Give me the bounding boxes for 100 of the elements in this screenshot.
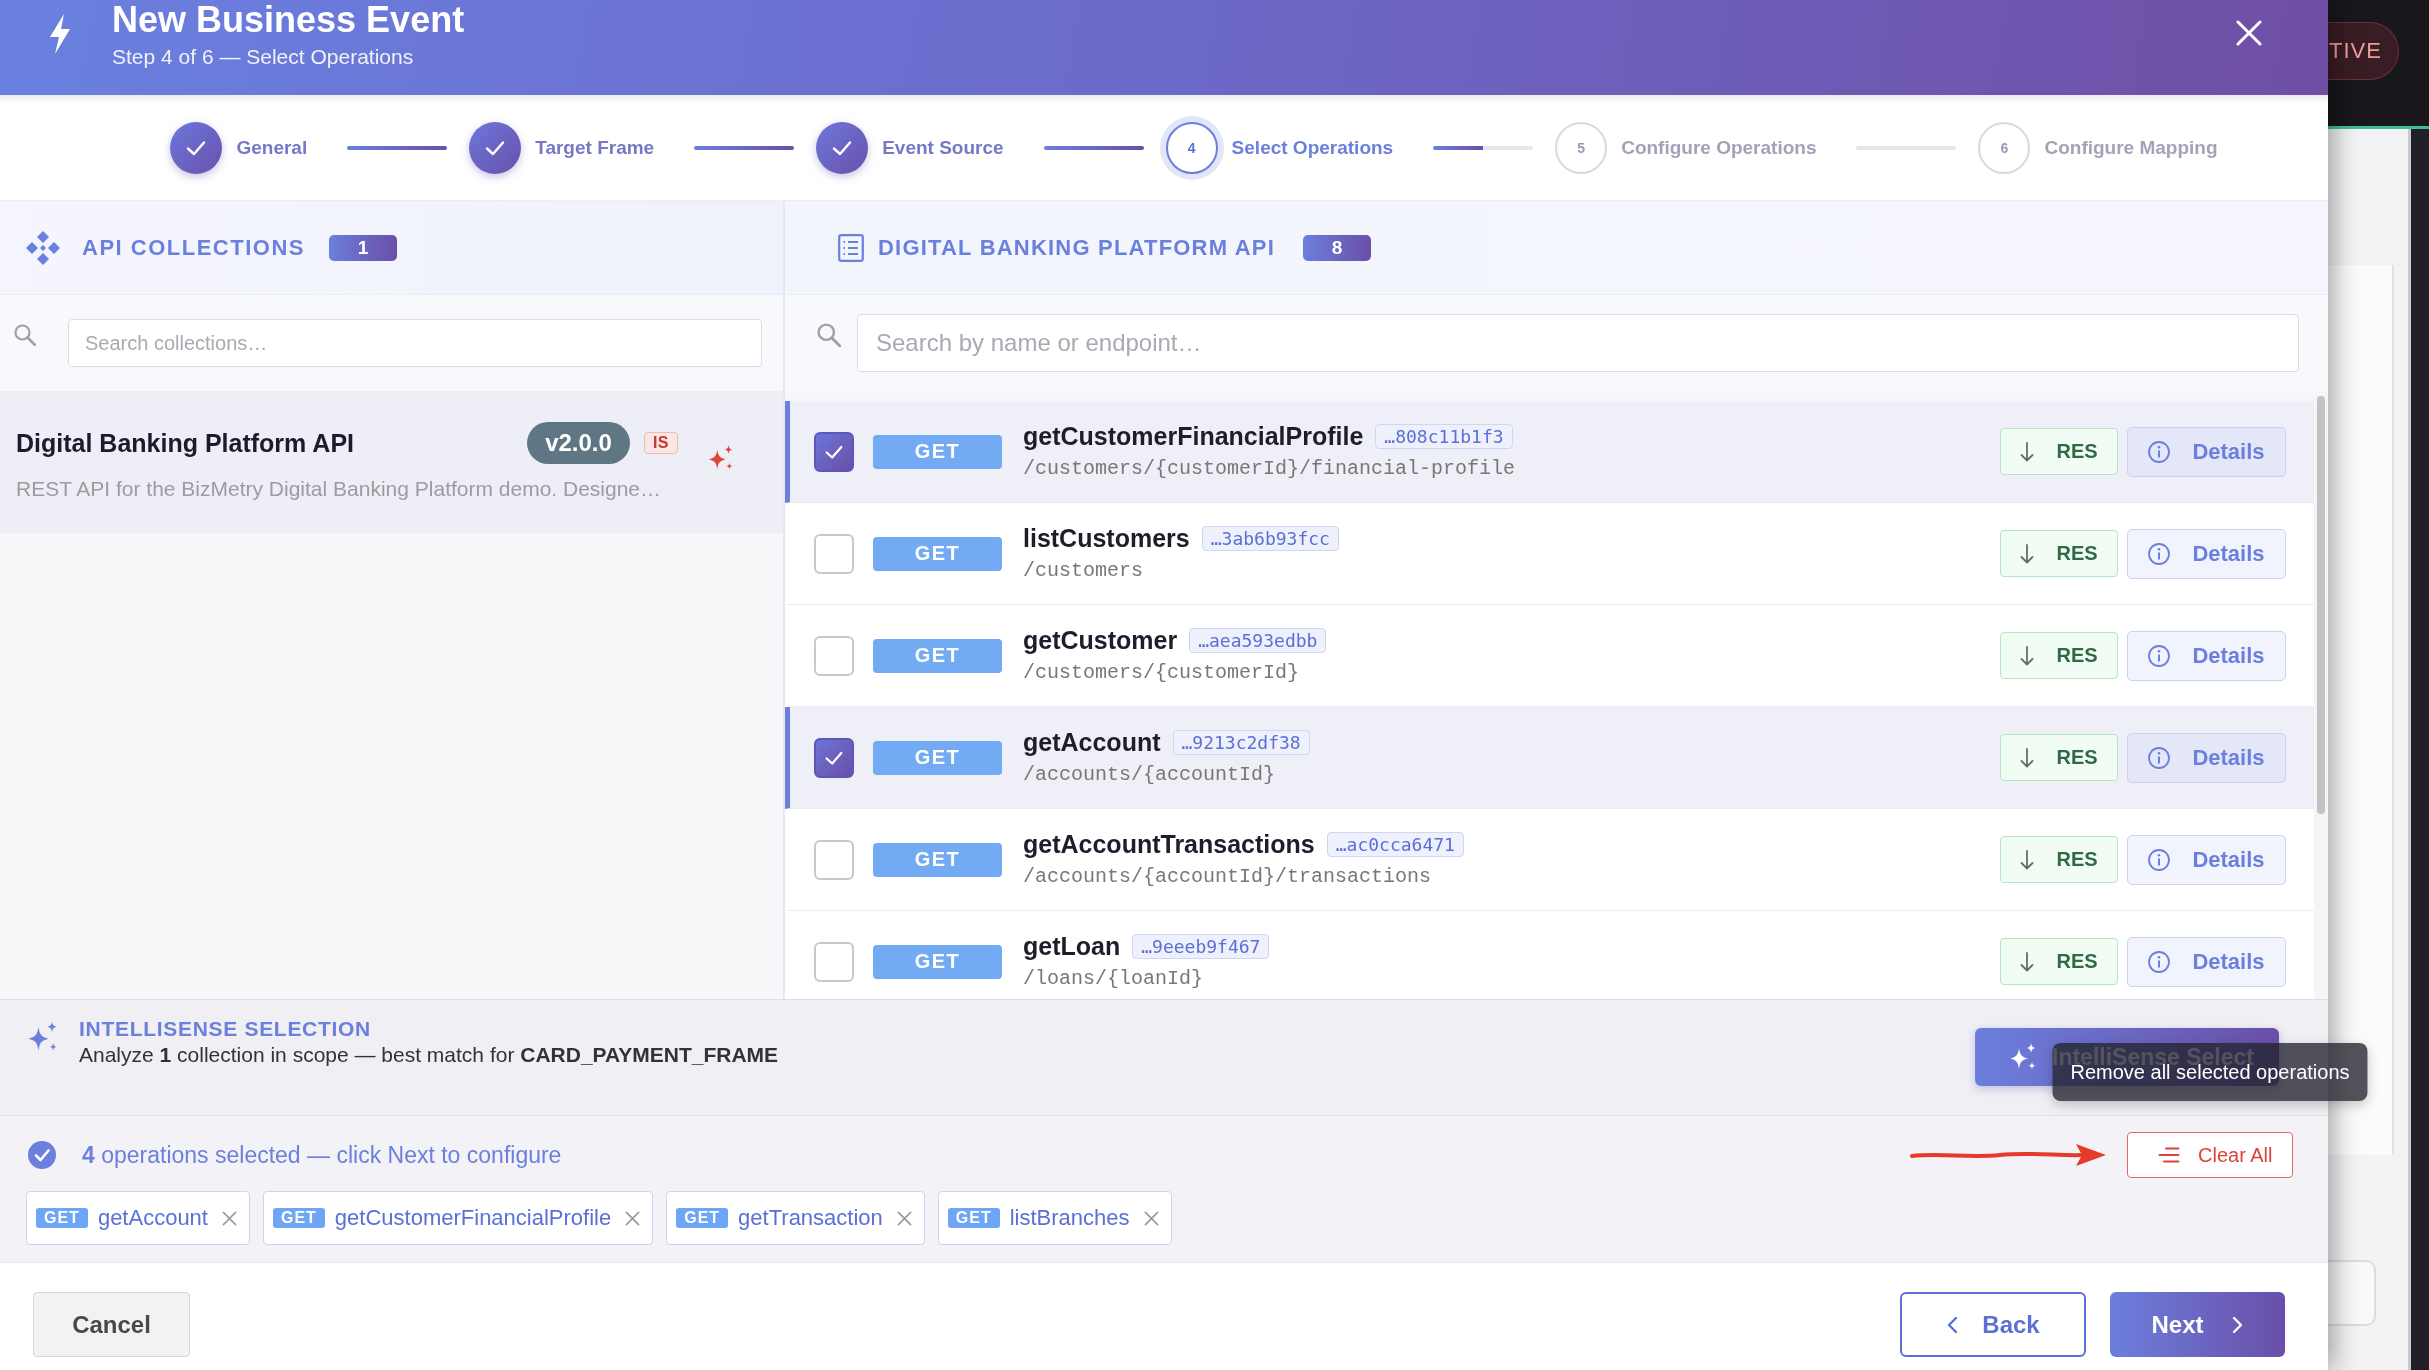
step-label[interactable]: General (236, 136, 308, 159)
chip-label: getAccount (97, 1205, 208, 1231)
details-button[interactable]: Details (2127, 936, 2286, 987)
close-icon[interactable] (1143, 1210, 1159, 1226)
arrow-down-icon (2020, 951, 2035, 972)
operation-id-tag: …3ab6b93fcc (1201, 525, 1339, 551)
operation-name: listCustomers (1023, 523, 1190, 553)
endpoint-path: /customers/{customerId} (1023, 660, 1301, 686)
details-button[interactable]: Details (2127, 732, 2286, 783)
info-icon (2148, 440, 2171, 463)
checkbox[interactable] (814, 431, 854, 472)
step-label[interactable]: Target Frame (535, 136, 655, 159)
step-label[interactable]: Configure Operations (1621, 136, 1817, 159)
arrow-down-icon (2020, 441, 2035, 462)
operation-name: getCustomerFinancialProfile (1023, 421, 1364, 451)
info-icon (2148, 542, 2171, 565)
chip-label: getTransaction (738, 1205, 883, 1231)
modal-subtitle: Step 4 of 6 — Select Operations (112, 44, 415, 70)
section-title: INTELLISENSE SELECTION (79, 1016, 372, 1042)
section-description: Analyze 1 collection in scope — best match for CARD_PAYMENT_FRAME (79, 1042, 779, 1068)
chip-label: listBranches (1009, 1205, 1130, 1231)
search-field[interactable]: Search collections… (68, 319, 762, 367)
arrow-down-icon (2020, 849, 2035, 870)
search-icon (14, 324, 36, 346)
modal-title: New Business Event (112, 0, 465, 40)
panel-title: API COLLECTIONS (82, 234, 305, 261)
info-icon (2148, 644, 2171, 667)
lightning-icon (48, 14, 72, 54)
method-badge: GET (36, 1208, 88, 1228)
endpoint-path: /accounts/{accountId} (1023, 762, 1277, 788)
collection-name: Digital Banking Platform API (16, 428, 354, 458)
operation-name: getLoan (1023, 931, 1121, 961)
close-icon[interactable] (896, 1210, 912, 1226)
step-label[interactable]: Select Operations (1231, 136, 1394, 159)
endpoint-path: /loans/{loanId} (1023, 966, 1205, 992)
operation-id-tag: …ac0cca6471 (1326, 831, 1464, 857)
arrow-down-icon (2020, 645, 2035, 666)
method-badge: GET (873, 740, 1002, 775)
operation-id-tag: …aea593edbb (1189, 627, 1327, 653)
endpoint-path: /customers (1023, 558, 1145, 584)
response-button[interactable]: RES (2000, 734, 2118, 781)
info-icon (2148, 746, 2171, 769)
response-button[interactable]: RES (2000, 428, 2118, 475)
details-button[interactable]: Details (2127, 834, 2286, 885)
method-badge: GET (947, 1208, 1000, 1228)
step-number: 5 (1555, 121, 1608, 174)
next-button[interactable]: Next (2110, 1292, 2285, 1357)
arrow-down-icon (2020, 543, 2035, 564)
panel-title: DIGITAL BANKING PLATFORM API (878, 234, 1275, 261)
chip-label: getCustomerFinancialProfile (334, 1205, 612, 1231)
details-button[interactable]: Details (2127, 426, 2286, 477)
selection-summary: 4 operations selected — click Next to configure (82, 1141, 562, 1169)
status-badge: TIVE (2328, 22, 2399, 80)
response-button[interactable]: RES (2000, 836, 2118, 883)
response-button[interactable]: RES (2000, 530, 2118, 577)
close-icon[interactable] (221, 1210, 237, 1226)
method-badge: GET (873, 638, 1002, 673)
count-badge: 8 (1303, 234, 1371, 261)
chevron-left-icon (1946, 1315, 1959, 1334)
count-badge: 1 (328, 234, 397, 261)
search-icon (817, 323, 841, 347)
tag-badge: IS (643, 432, 678, 454)
method-badge: GET (873, 434, 1002, 469)
search-field[interactable]: Search by name or endpoint… (857, 314, 2299, 372)
operation-id-tag: …9213c2df38 (1172, 729, 1310, 755)
response-button[interactable]: RES (2000, 938, 2118, 985)
step-label[interactable]: Event Source (882, 136, 1004, 159)
checkbox[interactable] (814, 737, 854, 778)
details-button[interactable]: Details (2127, 630, 2286, 681)
scrollbar-thumb[interactable] (2317, 396, 2325, 814)
cancel-button[interactable]: Cancel (33, 1292, 190, 1357)
step-label[interactable]: Configure Mapping (2044, 136, 2218, 159)
method-badge: GET (272, 1208, 325, 1228)
collection-description: REST API for the BizMetry Digital Banking Platform demo. Designe… (16, 477, 663, 501)
info-icon (2148, 950, 2171, 973)
close-icon[interactable] (625, 1210, 641, 1226)
method-badge: GET (873, 842, 1002, 877)
info-icon (2148, 848, 2171, 871)
operation-id-tag: …9eeeb9f467 (1132, 933, 1270, 959)
arrow-down-icon (2020, 747, 2035, 768)
arrow-icon (1910, 1141, 2107, 1169)
back-button[interactable]: Back (1900, 1292, 2086, 1357)
collection-item[interactable]: Digital Banking Platform API v2.0.0 IS REST API for the BizMetry Digital Banking Platform demo. Designe… (0, 391, 783, 533)
version-badge: v2.0.0 (527, 422, 630, 464)
endpoint-path: /customers/{customerId}/financial-profile (1023, 456, 1516, 482)
method-badge: GET (676, 1208, 729, 1228)
method-badge: GET (873, 944, 1002, 979)
response-button[interactable]: RES (2000, 632, 2118, 679)
chevron-right-icon (2231, 1315, 2244, 1334)
check-circle-icon (28, 1141, 56, 1169)
operation-name: getAccount (1023, 727, 1161, 757)
lines-icon (2158, 1147, 2180, 1163)
step-number: 6 (1978, 121, 2031, 174)
operation-name: getCustomer (1023, 625, 1178, 655)
details-button[interactable]: Details (2127, 528, 2286, 579)
clear-all-button[interactable]: Clear All (2127, 1132, 2293, 1178)
endpoint-path: /accounts/{accountId}/transactions (1023, 864, 1433, 890)
diamond-grid-icon (26, 230, 60, 265)
sparkle-icon (707, 444, 735, 472)
method-badge: GET (873, 536, 1002, 571)
